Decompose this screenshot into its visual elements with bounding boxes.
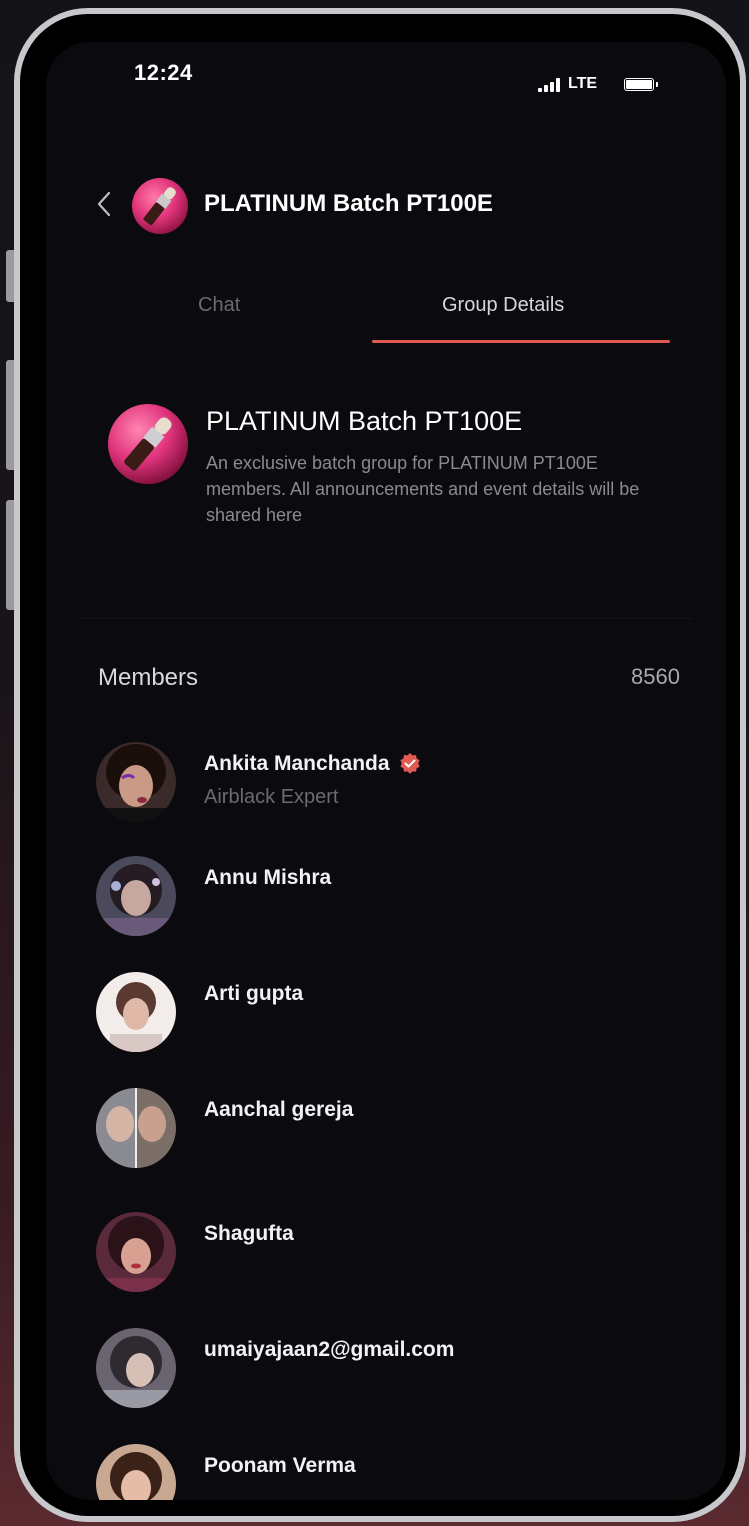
- member-name: Arti gupta: [204, 982, 304, 1005]
- members-label: Members: [98, 664, 199, 691]
- avatar: [96, 1212, 176, 1292]
- member-row[interactable]: umaiyajaan2@gmail.com: [46, 1328, 726, 1428]
- avatar: [96, 742, 176, 822]
- tab-bar: Chat Group Details: [46, 278, 726, 348]
- member-name: Ankita Manchanda: [204, 752, 422, 776]
- member-name: umaiyajaan2@gmail.com: [204, 1338, 455, 1361]
- group-avatar: [108, 404, 188, 484]
- group-info-card: PLATINUM Batch PT100E An exclusive batch…: [46, 382, 726, 622]
- chevron-left-icon[interactable]: [90, 190, 118, 218]
- avatar: [96, 1328, 176, 1408]
- phone-screen: 12:24 LTE PLATINUM Batch PT100E Chat Gro…: [46, 42, 726, 1500]
- member-row[interactable]: Annu Mishra: [46, 856, 726, 956]
- group-name: PLATINUM Batch PT100E: [206, 406, 523, 436]
- member-row[interactable]: Arti gupta: [46, 972, 726, 1072]
- member-name: Shagufta: [204, 1222, 294, 1245]
- group-description: An exclusive batch group for PLATINUM PT…: [206, 453, 640, 525]
- section-divider: [80, 618, 692, 619]
- member-role: Airblack Expert: [204, 786, 339, 808]
- network-label: LTE: [568, 75, 598, 92]
- group-avatar-small[interactable]: [132, 178, 188, 234]
- status-time: 12:24: [134, 60, 193, 85]
- verified-badge-icon: [398, 752, 422, 776]
- members-header: Members 8560: [46, 662, 726, 702]
- avatar: [96, 972, 176, 1052]
- member-name: Aanchal gereja: [204, 1098, 354, 1121]
- status-bar: 12:24 LTE: [46, 42, 726, 122]
- battery-tip: [656, 82, 658, 87]
- battery-icon: [624, 78, 654, 91]
- chat-header: PLATINUM Batch PT100E: [46, 172, 726, 236]
- header-title: PLATINUM Batch PT100E: [204, 190, 493, 217]
- member-row[interactable]: Aanchal gereja: [46, 1088, 726, 1188]
- tab-group-details[interactable]: Group Details: [442, 294, 564, 317]
- avatar: [96, 1444, 176, 1500]
- active-tab-indicator: [372, 340, 670, 343]
- members-count: 8560: [631, 664, 680, 689]
- signal-icon: [538, 78, 566, 92]
- member-row[interactable]: Ankita Manchanda Airblack Expert: [46, 742, 726, 842]
- member-name-text: Ankita Manchanda: [204, 752, 390, 775]
- avatar: [96, 1088, 176, 1168]
- member-row[interactable]: Shagufta: [46, 1212, 726, 1312]
- tab-chat[interactable]: Chat: [198, 294, 240, 317]
- avatar: [96, 856, 176, 936]
- member-row[interactable]: Poonam Verma: [46, 1444, 726, 1500]
- member-name: Annu Mishra: [204, 866, 332, 889]
- member-name: Poonam Verma: [204, 1454, 356, 1477]
